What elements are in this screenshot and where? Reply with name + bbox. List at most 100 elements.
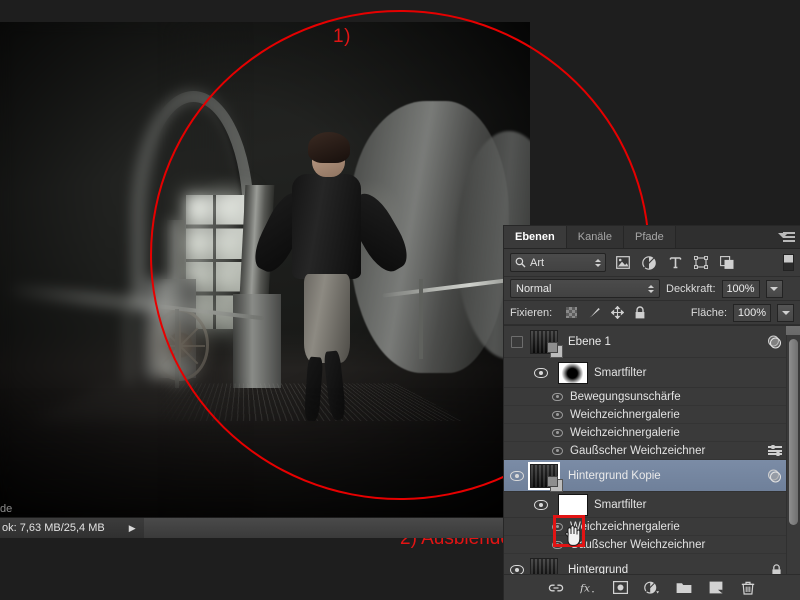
- smart-filters-icon[interactable]: [767, 469, 782, 482]
- red-highlight-box: [553, 515, 585, 547]
- new-group-button[interactable]: [676, 580, 692, 596]
- blend-mode-value: Normal: [516, 282, 552, 295]
- new-layer-button[interactable]: [708, 580, 724, 596]
- lock-icon: [771, 563, 782, 574]
- filter-name: Gaußscher Weichzeichner: [570, 538, 706, 551]
- filter-name: Weichzeichnergalerie: [570, 520, 680, 533]
- lock-all-icon[interactable]: [633, 306, 647, 320]
- panel-menu-icon[interactable]: [778, 231, 795, 243]
- smartfilter-header-row-1[interactable]: Smartfilter: [504, 358, 800, 388]
- fan-wheel: [151, 309, 210, 381]
- smart-object-filter-icon[interactable]: [718, 254, 736, 272]
- lock-position-icon[interactable]: [610, 306, 624, 320]
- metal-grating-floor: [31, 382, 467, 421]
- layer-visibility-toggle[interactable]: [504, 564, 530, 574]
- delete-layer-button[interactable]: [740, 580, 756, 596]
- scrollbar-thumb[interactable]: [789, 339, 798, 526]
- filter-name: Weichzeichnergalerie: [570, 426, 680, 439]
- lock-icon-group: [564, 306, 647, 320]
- filter-toggle-switch[interactable]: [783, 254, 794, 271]
- smart-filters-icon[interactable]: [767, 335, 782, 348]
- opacity-label: Deckkraft:: [666, 282, 716, 295]
- layer-filter-row: Art: [504, 249, 800, 277]
- layers-scrollbar[interactable]: [786, 335, 800, 574]
- document-canvas[interactable]: [0, 22, 530, 517]
- fill-dropdown-button[interactable]: [777, 303, 794, 322]
- filter-row-bewegungsunschaerfe[interactable]: Bewegungsunschärfe: [504, 388, 800, 456]
- layers-bottom-toolbar: fx: [504, 574, 800, 600]
- smartfilter-visibility-toggle[interactable]: [528, 499, 554, 510]
- tab-kanaele[interactable]: Kanäle: [566, 226, 624, 248]
- panel-tab-strip: Ebenen Kanäle Pfade: [504, 226, 800, 249]
- blend-mode-select[interactable]: Normal: [510, 279, 660, 298]
- layer-name: Hintergrund Kopie: [568, 469, 661, 482]
- layer-visibility-toggle[interactable]: [504, 470, 530, 481]
- document-size-text: ok: 7,63 MB/25,4 MB: [2, 522, 105, 534]
- lock-label: Fixieren:: [510, 306, 553, 319]
- layer-name: Ebene 1: [568, 335, 611, 348]
- filter-name: Weichzeichnergalerie: [570, 408, 680, 421]
- link-layers-button[interactable]: [548, 580, 564, 596]
- filter-settings-icon[interactable]: [768, 444, 782, 456]
- layer-row-ebene-1[interactable]: Ebene 1: [504, 326, 800, 358]
- rail-post-2: [127, 294, 132, 384]
- figure-torso: [292, 174, 361, 280]
- tank-middle: [233, 294, 281, 389]
- photoshop-window: 1) 2) Ausblenden de ok: 7,63 MB/25,4 MB …: [0, 0, 800, 600]
- filter-visibility-toggle[interactable]: [544, 392, 570, 401]
- filter-row-gaussscher-weichzeichner-2[interactable]: Gaußscher Weichzeichner: [504, 444, 800, 554]
- layer-thumbnail[interactable]: [528, 461, 563, 492]
- filter-row-weichzeichnergalerie-3[interactable]: Weichzeichnergalerie: [504, 518, 800, 536]
- filter-row-weichzeichnergalerie-1[interactable]: Weichzeichnergalerie: [504, 406, 800, 424]
- svg-text:fx: fx: [580, 581, 590, 594]
- layer-thumbnail[interactable]: [530, 329, 563, 358]
- lock-row: Fixieren: Fläche: 100%: [504, 301, 800, 325]
- lock-image-pixels-icon[interactable]: [587, 306, 601, 320]
- filter-name: Gaußscher Weichzeichner: [570, 444, 706, 457]
- smartfilter-visibility-toggle[interactable]: [528, 367, 554, 378]
- search-icon: [515, 257, 526, 268]
- layer-visibility-toggle[interactable]: [504, 335, 530, 348]
- filter-visibility-toggle[interactable]: [544, 410, 570, 419]
- status-cut-text: de: [0, 503, 13, 515]
- status-bar: ok: 7,63 MB/25,4 MB ▶: [0, 517, 530, 538]
- layers-panel: Ebenen Kanäle Pfade Art Normal Deckkraft…: [503, 225, 800, 600]
- pixel-layer-filter-icon[interactable]: [614, 254, 632, 272]
- filter-row-weichzeichnergalerie-2[interactable]: Weichzeichnergalerie: [504, 424, 800, 442]
- opacity-dropdown-button[interactable]: [765, 279, 783, 298]
- filter-name: Bewegungsunschärfe: [570, 390, 681, 403]
- smartfilter-mask-thumbnail[interactable]: [558, 361, 588, 384]
- chevron-updown-icon: [595, 258, 601, 267]
- smartfilter-mask-thumbnail[interactable]: [558, 493, 588, 516]
- photo-image: [0, 22, 530, 517]
- lock-transparent-pixels-icon[interactable]: [564, 306, 578, 320]
- layer-thumbnail[interactable]: [530, 557, 558, 574]
- fill-value[interactable]: 100%: [733, 303, 771, 322]
- filter-kind-select[interactable]: Art: [510, 253, 606, 272]
- smartfilter-header-row-2[interactable]: Smartfilter: [504, 492, 800, 518]
- tab-pfade[interactable]: Pfade: [624, 226, 676, 248]
- layer-row-hintergrund-kopie[interactable]: Hintergrund Kopie: [504, 460, 800, 492]
- figure-legs: [303, 273, 350, 363]
- add-layer-mask-button[interactable]: [612, 580, 628, 596]
- adjustment-layer-filter-icon[interactable]: [640, 254, 658, 272]
- shape-layer-filter-icon[interactable]: [692, 254, 710, 272]
- opacity-value[interactable]: 100%: [721, 279, 760, 298]
- tab-ebenen[interactable]: Ebenen: [504, 226, 567, 248]
- type-layer-filter-icon[interactable]: [666, 254, 684, 272]
- smartfilter-label: Smartfilter: [594, 498, 647, 511]
- filter-row-gaussscher-weichzeichner-1[interactable]: Gaußscher Weichzeichner: [504, 442, 800, 460]
- filter-kind-label: Art: [530, 256, 545, 269]
- layer-row-hintergrund[interactable]: Hintergrund: [504, 554, 800, 574]
- status-expand-arrow[interactable]: ▶: [129, 523, 136, 534]
- filter-visibility-toggle[interactable]: [544, 446, 570, 455]
- filter-visibility-toggle[interactable]: [544, 428, 570, 437]
- fill-label: Fläche:: [690, 306, 727, 319]
- layers-list[interactable]: Ebene 1 Smartfilter Bewegungsunschärfe W…: [504, 325, 800, 574]
- status-bar-filler: [143, 518, 530, 538]
- rail-post-3: [418, 279, 423, 359]
- new-adjustment-layer-button[interactable]: [644, 580, 660, 596]
- figure-hair: [307, 132, 350, 163]
- layer-style-button[interactable]: fx: [580, 580, 596, 596]
- figure-boot-left: [303, 356, 324, 422]
